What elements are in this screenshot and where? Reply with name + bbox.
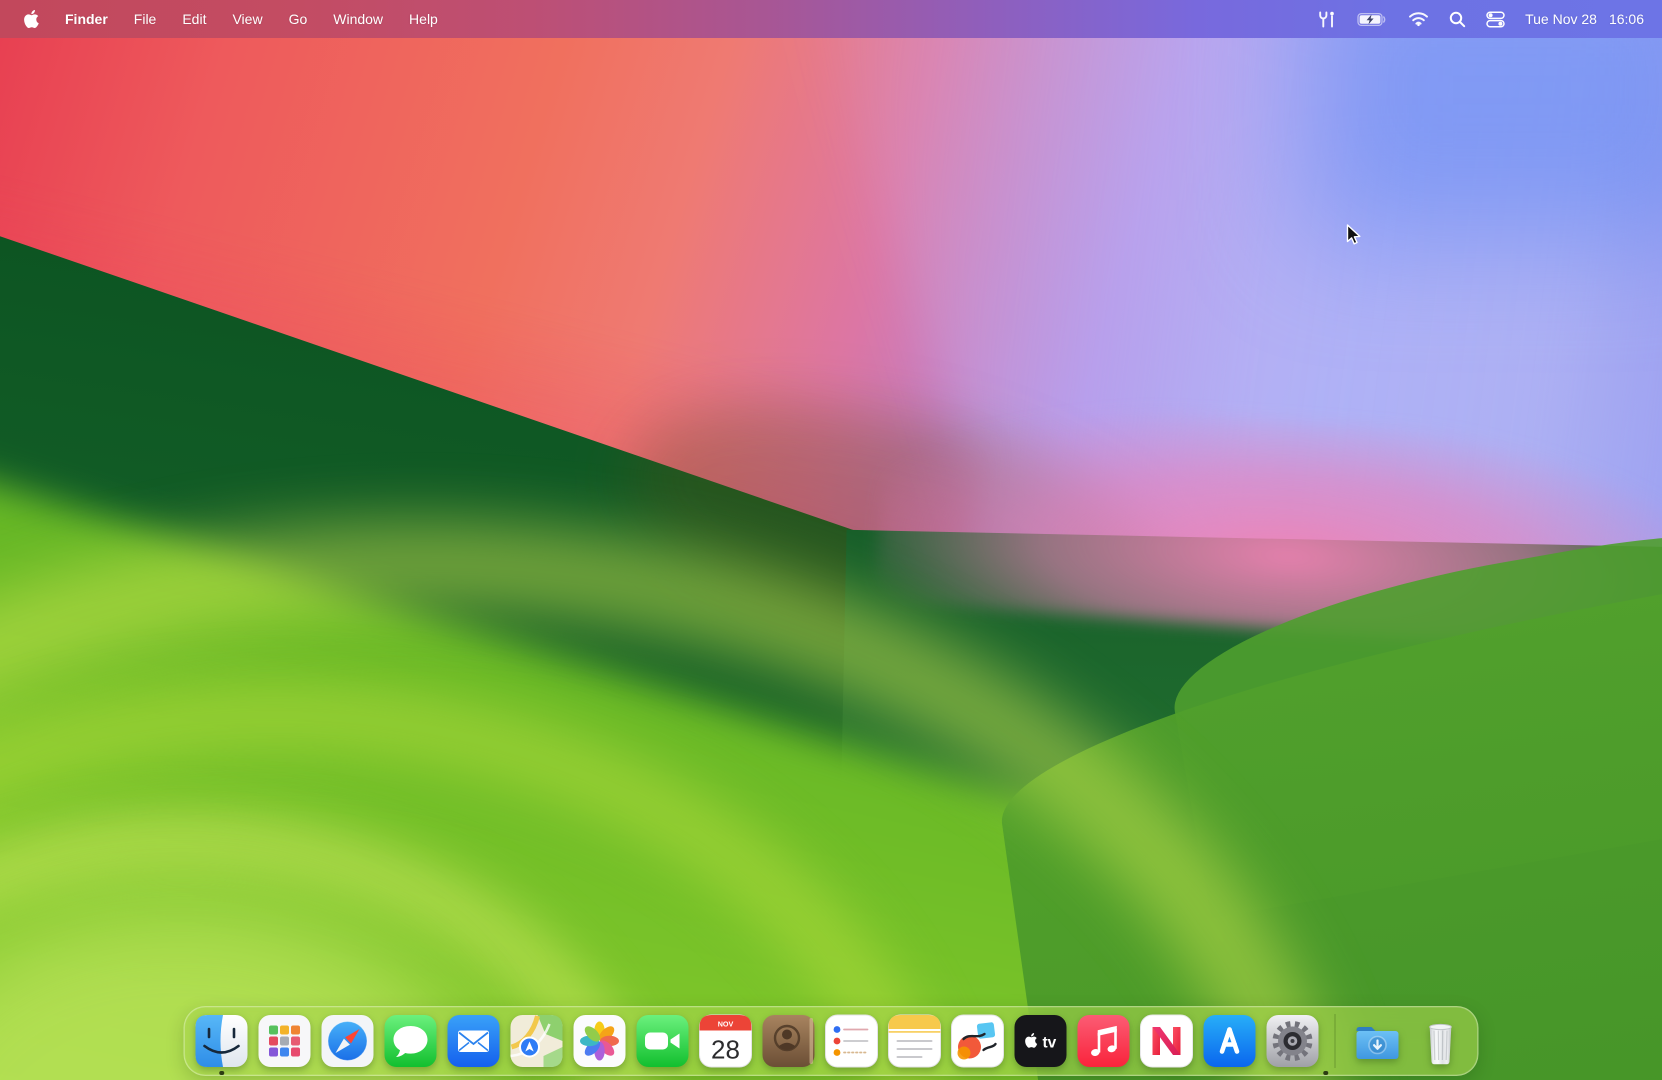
messages-icon [384, 1015, 437, 1067]
dock-item-system-settings[interactable] [1266, 1014, 1328, 1075]
reminders-icon [825, 1014, 878, 1068]
notes-icon [888, 1014, 941, 1068]
dock-item-trash[interactable] [1414, 1014, 1468, 1068]
menu-app-name[interactable]: Finder [65, 11, 108, 27]
photos-icon [573, 1015, 626, 1067]
apple-tv-icon: tv [1014, 1015, 1067, 1067]
arrow-cursor-icon [1346, 224, 1361, 245]
dock-item-app-store[interactable] [1203, 1014, 1257, 1068]
tools-icon [1319, 11, 1334, 27]
dock-item-notes[interactable] [888, 1014, 942, 1068]
dock-item-freeform[interactable] [951, 1014, 1005, 1068]
launchpad-icon [258, 1015, 311, 1067]
calendar-month-label: NOV [718, 1019, 734, 1028]
dock-item-downloads[interactable] [1351, 1014, 1405, 1068]
menu-window[interactable]: Window [333, 11, 383, 27]
menu-bar-clock[interactable]: Tue Nov 28 16:06 [1525, 11, 1644, 27]
dock-item-contacts[interactable] [762, 1014, 816, 1068]
menu-bar-left: Finder File Edit View Go Window Help [24, 10, 438, 28]
clock-time: 16:06 [1608, 11, 1644, 27]
safari-icon [321, 1015, 374, 1067]
spotlight-search[interactable] [1449, 11, 1466, 28]
calendar-day-label: 28 [711, 1035, 740, 1065]
menu-view[interactable]: View [232, 11, 262, 27]
tools-menu-extra[interactable] [1316, 11, 1337, 28]
running-indicator [1323, 1070, 1328, 1075]
menu-go[interactable]: Go [289, 11, 308, 27]
maps-icon [510, 1015, 563, 1067]
menu-help[interactable]: Help [409, 11, 438, 27]
dock-item-tv[interactable]: tv [1014, 1014, 1068, 1068]
mail-icon [447, 1015, 500, 1067]
apple-menu[interactable] [24, 10, 39, 28]
apple-logo-icon [24, 10, 39, 28]
menu-edit[interactable]: Edit [182, 11, 206, 27]
tv-label: tv [1043, 1035, 1057, 1052]
calendar-icon: NOV 28 [699, 1014, 752, 1068]
spotlight-search-icon [1449, 11, 1466, 27]
finder-icon [195, 1015, 248, 1067]
dock-item-calendar[interactable]: NOV 28 [699, 1014, 753, 1068]
dock-separator [1334, 1014, 1336, 1068]
wifi-icon [1409, 12, 1429, 27]
battery-status[interactable] [1357, 12, 1388, 27]
dock-item-music[interactable] [1077, 1014, 1131, 1068]
music-icon [1077, 1015, 1130, 1067]
battery-charging-icon [1357, 12, 1386, 26]
control-center[interactable] [1486, 10, 1505, 28]
menu-file[interactable]: File [134, 11, 157, 27]
clock-date: Tue Nov 28 [1525, 11, 1597, 27]
freeform-icon [951, 1014, 1004, 1068]
control-center-icon [1486, 10, 1505, 28]
news-icon [1140, 1014, 1193, 1068]
dock-item-mail[interactable] [447, 1014, 501, 1068]
dock: NOV 28 tv [183, 1006, 1479, 1076]
system-settings-icon [1266, 1015, 1319, 1067]
dock-item-news[interactable] [1140, 1014, 1194, 1068]
trash-icon [1429, 1023, 1452, 1065]
menu-bar-status: Tue Nov 28 16:06 [1316, 10, 1644, 28]
wallpaper [0, 0, 1662, 1080]
mouse-cursor [1343, 224, 1362, 251]
dock-item-safari[interactable] [321, 1014, 375, 1068]
menu-bar: Finder File Edit View Go Window Help Tue… [0, 0, 1662, 38]
dock-item-launchpad[interactable] [258, 1014, 312, 1068]
app-store-icon [1203, 1015, 1256, 1067]
dock-item-finder[interactable] [195, 1014, 249, 1075]
dock-item-reminders[interactable] [825, 1014, 879, 1068]
facetime-icon [636, 1015, 689, 1067]
contacts-icon [762, 1015, 815, 1067]
dock-item-facetime[interactable] [636, 1014, 690, 1068]
dock-item-photos[interactable] [573, 1014, 627, 1068]
dock-item-messages[interactable] [384, 1014, 438, 1068]
downloads-folder-icon [1356, 1027, 1399, 1059]
wifi-status[interactable] [1408, 11, 1429, 27]
running-indicator [219, 1070, 224, 1075]
dock-item-maps[interactable] [510, 1014, 564, 1068]
